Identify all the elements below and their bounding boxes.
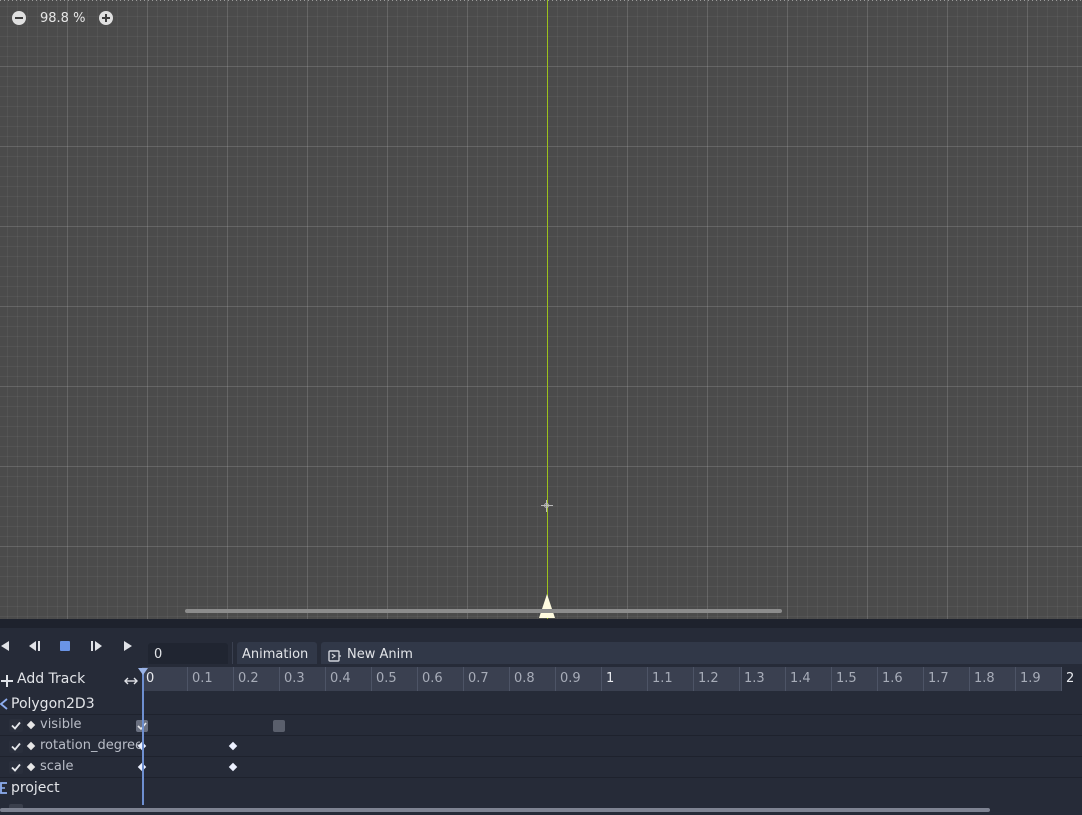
node-label: project	[11, 780, 60, 796]
ruler-tick	[1061, 667, 1062, 691]
animation-name-label: New Anim	[347, 647, 413, 662]
property-track-icon	[26, 741, 36, 751]
ruler-label: 1.3	[744, 671, 765, 686]
animation-panel: 0 Animation New Anim Add Track 0 0.1 0.2 0.…	[0, 619, 1082, 815]
ruler-tick	[601, 667, 602, 691]
viewport-top-border	[0, 0, 1082, 1]
ruler-label: 0.6	[422, 671, 443, 686]
ruler-tick	[831, 667, 832, 691]
ruler-label: 0.1	[192, 671, 213, 686]
ruler-label: 0.4	[330, 671, 351, 686]
property-track-icon	[26, 720, 36, 730]
ruler-tick	[463, 667, 464, 691]
ruler-tick	[739, 667, 740, 691]
node-icon	[0, 782, 8, 794]
ruler-tick	[233, 667, 234, 691]
ruler-tick	[969, 667, 970, 691]
track-name-resize-icon[interactable]	[124, 675, 138, 685]
track-row-scale[interactable]: scale	[0, 757, 1082, 778]
ruler-label: 1	[606, 671, 615, 686]
track-label: visible	[40, 717, 82, 732]
polygon-sprite[interactable]	[539, 594, 555, 618]
ruler-label: 0.2	[238, 671, 259, 686]
zoom-level[interactable]: 98.8 %	[40, 11, 85, 26]
ruler-tick	[325, 667, 326, 691]
zoom-in-icon[interactable]	[99, 11, 113, 25]
timeline-horizontal-scrollbar[interactable]	[0, 808, 990, 812]
ruler-label: 0.3	[284, 671, 305, 686]
ruler-label: 0.8	[514, 671, 535, 686]
ruler-label: 1.5	[836, 671, 857, 686]
current-time-value[interactable]: 0	[154, 647, 162, 662]
stop-icon[interactable]	[55, 636, 77, 656]
ruler-tick	[923, 667, 924, 691]
ruler-label: 1.1	[652, 671, 673, 686]
timeline-header: Add Track 0 0.1 0.2 0.3 0.4 0.5 0.6 0.7 0.8 0.9 1 1…	[0, 664, 1082, 694]
ruler-label: 2	[1066, 671, 1075, 686]
keyframe-unchecked[interactable]	[273, 720, 285, 732]
canvas-horizontal-scrollbar[interactable]	[185, 609, 782, 613]
ruler-label: 0.7	[468, 671, 489, 686]
play-icon[interactable]	[118, 636, 140, 656]
plus-icon	[1, 675, 13, 687]
ruler-tick	[509, 667, 510, 691]
playhead[interactable]	[142, 668, 144, 805]
play-backwards-icon[interactable]	[0, 636, 16, 656]
ruler-tick	[785, 667, 786, 691]
track-group-polygon2d3[interactable]: Polygon2D3	[0, 694, 1082, 715]
track-enabled-checkbox[interactable]	[9, 740, 23, 753]
ruler-tick	[279, 667, 280, 691]
ruler-tick	[693, 667, 694, 691]
ruler-label: 0.9	[560, 671, 581, 686]
ruler-label: 1.4	[790, 671, 811, 686]
polygon-node-icon	[0, 698, 8, 710]
ruler-label: 1.9	[1020, 671, 1041, 686]
ruler-label: 1.7	[928, 671, 949, 686]
track-row-rotation[interactable]: rotation_degrees	[0, 736, 1082, 757]
ruler-label: 1.2	[698, 671, 719, 686]
ruler-tick	[417, 667, 418, 691]
track-group-project[interactable]: project	[0, 778, 1082, 799]
ruler-tick	[647, 667, 648, 691]
add-track-button[interactable]: Add Track	[0, 671, 118, 691]
track-row-visible[interactable]: visible	[0, 715, 1082, 736]
ruler-tick	[187, 667, 188, 691]
animation-toolbar: 0 Animation New Anim	[0, 628, 1082, 670]
add-track-label: Add Track	[17, 671, 86, 687]
ruler-tick	[1015, 667, 1016, 691]
play-backwards-from-end-icon[interactable]	[23, 636, 45, 656]
ruler-tick	[371, 667, 372, 691]
y-axis-line	[547, 0, 548, 619]
panel-divider[interactable]	[0, 619, 1082, 628]
track-enabled-checkbox[interactable]	[9, 719, 23, 732]
track-label: scale	[40, 759, 74, 774]
keyframe[interactable]	[228, 741, 238, 751]
ruler-tick	[877, 667, 878, 691]
play-from-start-icon[interactable]	[86, 636, 108, 656]
ruler-tick	[555, 667, 556, 691]
animation-icon	[328, 650, 341, 662]
zoom-out-icon[interactable]	[12, 11, 26, 25]
ruler-label: 1.6	[882, 671, 903, 686]
track-label: rotation_degrees	[40, 738, 140, 753]
node-label: Polygon2D3	[11, 696, 95, 712]
property-track-icon	[26, 762, 36, 772]
track-enabled-checkbox[interactable]	[9, 761, 23, 774]
canvas-viewport[interactable]: 98.8 %	[0, 0, 1082, 619]
keyframe[interactable]	[228, 762, 238, 772]
timeline-ruler[interactable]: 0 0.1 0.2 0.3 0.4 0.5 0.6 0.7 0.8 0.9 1 1.1 1.2 1.3 1.…	[142, 667, 1082, 691]
ruler-label: 0.5	[376, 671, 397, 686]
playhead-handle-icon[interactable]	[138, 668, 148, 675]
origin-crosshair-icon	[541, 500, 553, 512]
ruler-label: 1.8	[974, 671, 995, 686]
